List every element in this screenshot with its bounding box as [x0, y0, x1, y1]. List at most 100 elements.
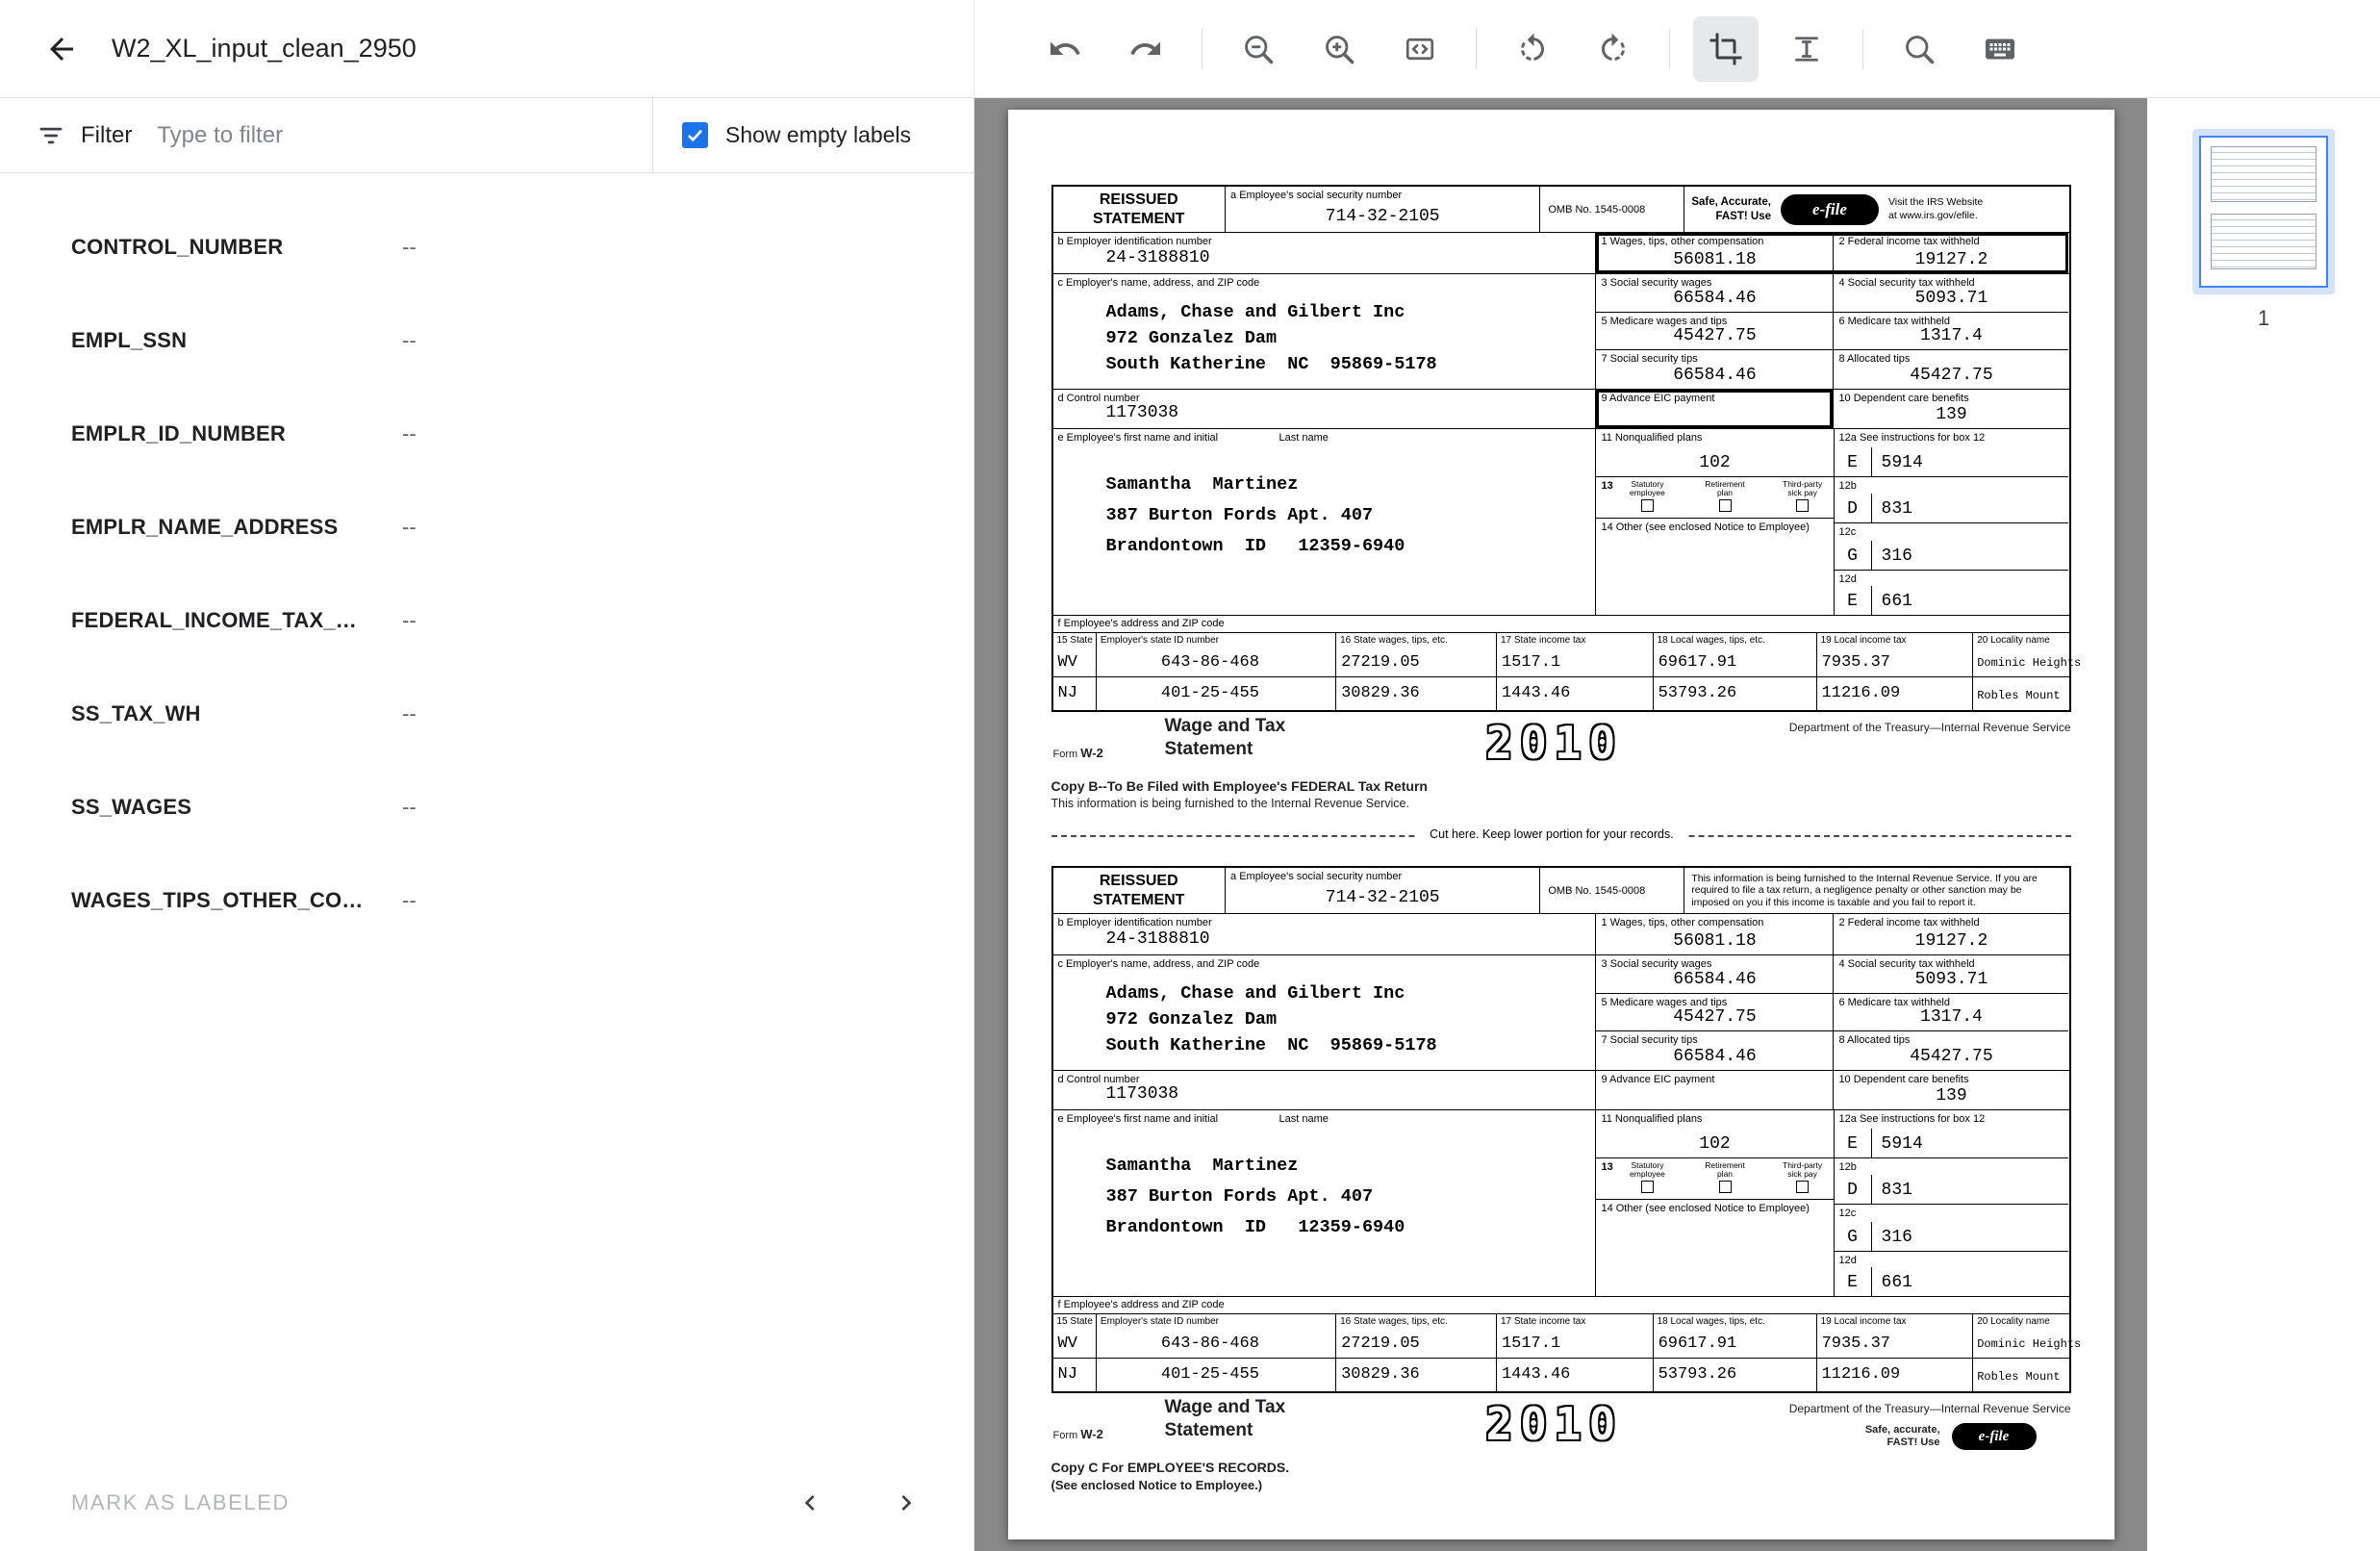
- w2-box-12c-label: 12c: [1839, 526, 1857, 538]
- w2-box-20: 20 Locality name Dominic Heights: [1973, 633, 2068, 676]
- cut-line-text: Cut here. Keep lower portion for your re…: [1418, 827, 1685, 841]
- w2-form-title: Wage and Tax Statement: [1165, 1396, 1286, 1442]
- w2-box-12c-code: G: [1835, 1228, 1871, 1251]
- label-list: CONTROL_NUMBER -- EMPL_SSN -- EMPLR_ID_N…: [0, 173, 974, 1455]
- w2-box-17-label: 17 State income tax: [1501, 635, 1585, 646]
- w2-state-tax-1: 1517.1: [1502, 653, 1560, 672]
- text-select-icon: [1789, 32, 1824, 66]
- w2-state-id-label: Employer's state ID number: [1101, 635, 1219, 646]
- w2-box-8-value: 45427.75: [1834, 366, 2068, 385]
- w2-box-12c: 12c G 316: [1835, 523, 2069, 572]
- w2-reissued-statement: REISSUED STATEMENT: [1053, 868, 1227, 913]
- w2-box-f: f Employee's address and ZIP code: [1053, 1297, 2069, 1313]
- w2-box-6: 6 Medicare tax withheld 1317.4: [1834, 994, 2068, 1031]
- w2-reissued-statement: REISSUED STATEMENT: [1053, 187, 1227, 232]
- show-empty-labels-label: Show empty labels: [725, 122, 911, 148]
- w2-state-2: NJ: [1058, 684, 1077, 702]
- redo-button[interactable]: [1113, 16, 1178, 82]
- text-select-button[interactable]: [1774, 16, 1839, 82]
- mark-as-labeled-button[interactable]: MARK AS LABELED: [71, 1490, 290, 1515]
- w2-locality-cell-2: Robles Mount: [1973, 1359, 2068, 1391]
- w2-box-18-label: 18 Local wages, tips, etc.: [1658, 1316, 1765, 1327]
- w2-box-14-label: 14 Other (see enclosed Notice to Employe…: [1601, 521, 1809, 533]
- fit-to-width-button[interactable]: [1387, 16, 1453, 82]
- page-1-thumbnail[interactable]: [2192, 129, 2335, 294]
- search-icon: [1902, 32, 1937, 66]
- next-page-button[interactable]: [885, 1482, 927, 1524]
- rotate-counterclockwise-button[interactable]: [1500, 16, 1565, 82]
- w2-retirement-plan: Retirement plan: [1697, 480, 1753, 513]
- w2-box-12b-code: D: [1835, 1181, 1871, 1204]
- w2-box-3-value: 66584.46: [1596, 970, 1833, 989]
- viewer-toolbar: [975, 0, 2380, 97]
- label-list-item[interactable]: WAGES_TIPS_OTHER_CO… --: [0, 853, 974, 947]
- w2-box-18-label: 18 Local wages, tips, etc.: [1658, 635, 1765, 646]
- w2-box-12b-amount: 831: [1872, 499, 1912, 522]
- w2-employee-address-2: Brandontown ID 12359-6940: [1106, 531, 1405, 562]
- rotate-clockwise-button[interactable]: [1581, 16, 1646, 82]
- w2-box-17-label: 17 State income tax: [1501, 1316, 1585, 1327]
- w2-state-id: Employer's state ID number 643-86-468: [1097, 633, 1336, 676]
- w2-box-b-label: b Employer identification number: [1058, 236, 1212, 247]
- w2-box-10: 10 Dependent care benefits 139: [1834, 390, 2068, 428]
- label-value: --: [402, 795, 417, 820]
- w2-box-4-label: 4 Social security tax withheld: [1838, 958, 1974, 970]
- w2-footer: Form W-2 Wage and Tax Statement 2010 Dep…: [1051, 1396, 2071, 1460]
- w2-local-wages-1: 69617.91: [1658, 1335, 1737, 1353]
- filter-input[interactable]: [157, 122, 652, 149]
- zoom-out-button[interactable]: [1226, 16, 1291, 82]
- filter-icon: [37, 121, 65, 150]
- rotate-clockwise-icon: [1596, 32, 1631, 66]
- w2-box-15-label: 15 State: [1057, 635, 1093, 646]
- form-word: Form: [1053, 749, 1078, 760]
- top-bar: W2_XL_input_clean_2950: [0, 0, 2380, 98]
- w2-state-id-2: 401-25-455: [1161, 684, 1259, 702]
- add-bounding-box-icon: [1709, 32, 1743, 66]
- w2-box-2: 2 Federal income tax withheld 19127.2: [1834, 914, 2068, 954]
- statutory-employee-label: Statutory employee: [1619, 1161, 1675, 1180]
- keyboard-shortcuts-button[interactable]: [1967, 16, 2033, 82]
- w2-box-12a-label: 12a See instructions for box 12: [1839, 1113, 1986, 1125]
- app-root: W2_XL_input_clean_2950: [0, 0, 2380, 1551]
- third-party-sick-pay-label: Third-party sick pay: [1775, 480, 1831, 498]
- w2-boxes-1-2: 1 Wages, tips, other compensation 56081.…: [1596, 914, 2068, 954]
- document-page[interactable]: REISSUED STATEMENT a Employee's social s…: [1008, 110, 2114, 1539]
- statutory-employee-label: Statutory employee: [1619, 480, 1675, 498]
- label-list-item[interactable]: SS_TAX_WH --: [0, 667, 974, 760]
- w2-employee-address-1: 387 Burton Fords Apt. 407: [1106, 500, 1405, 531]
- label-list-item[interactable]: EMPLR_NAME_ADDRESS --: [0, 480, 974, 573]
- w2-box-e-label: e Employee's first name and initial: [1058, 432, 1219, 444]
- w2-footer: Form W-2 Wage and Tax Statement 2010 Dep…: [1051, 715, 2071, 778]
- w2-state-row-2: NJ: [1053, 1359, 1097, 1391]
- w2-state-tax-2: 1443.46: [1502, 1365, 1570, 1384]
- w2-control-number-value: 1173038: [1106, 403, 1179, 422]
- w2-box-13-label: 13: [1601, 480, 1612, 492]
- back-button[interactable]: [35, 22, 89, 76]
- w2-box-7-label: 7 Social security tips: [1601, 1034, 1697, 1046]
- label-list-item[interactable]: CONTROL_NUMBER --: [0, 200, 974, 293]
- safe-accurate-text: Safe, Accurate, FAST! Use: [1691, 195, 1771, 223]
- statutory-employee-checkbox: [1641, 1181, 1654, 1193]
- search-button[interactable]: [1886, 16, 1952, 82]
- w2-box-7-value: 66584.46: [1596, 1047, 1833, 1066]
- w2-box-19-label: 19 Local income tax: [1821, 1316, 1907, 1327]
- w2-state-id: Employer's state ID number 643-86-468: [1097, 1314, 1336, 1358]
- w2-box-5-label: 5 Medicare wages and tips: [1601, 316, 1727, 327]
- label-list-item[interactable]: SS_WAGES --: [0, 760, 974, 853]
- w2-box-16-label: 16 State wages, tips, etc.: [1340, 635, 1448, 646]
- w2-local-wages-cell-2: 53793.26: [1654, 1359, 1817, 1391]
- undo-button[interactable]: [1032, 16, 1098, 82]
- zoom-in-button[interactable]: [1306, 16, 1372, 82]
- toolbar-separator: [1862, 29, 1863, 69]
- show-empty-labels-checkbox[interactable]: [682, 122, 708, 148]
- w2-box-c-label: c Employer's name, address, and ZIP code: [1058, 958, 1260, 970]
- add-bounding-box-button[interactable]: [1693, 16, 1759, 82]
- w2-state-tax-cell-2: 1443.46: [1497, 677, 1654, 710]
- label-list-item[interactable]: EMPL_SSN --: [0, 293, 974, 387]
- w2-box-c-employer: c Employer's name, address, and ZIP code…: [1053, 955, 1597, 1070]
- w2-state-1: WV: [1058, 1335, 1077, 1353]
- label-list-item[interactable]: FEDERAL_INCOME_TAX_… --: [0, 573, 974, 667]
- w2-box-b-ein: b Employer identification number 24-3188…: [1053, 233, 1597, 273]
- label-list-item[interactable]: EMPLR_ID_NUMBER --: [0, 387, 974, 480]
- previous-page-button[interactable]: [789, 1482, 831, 1524]
